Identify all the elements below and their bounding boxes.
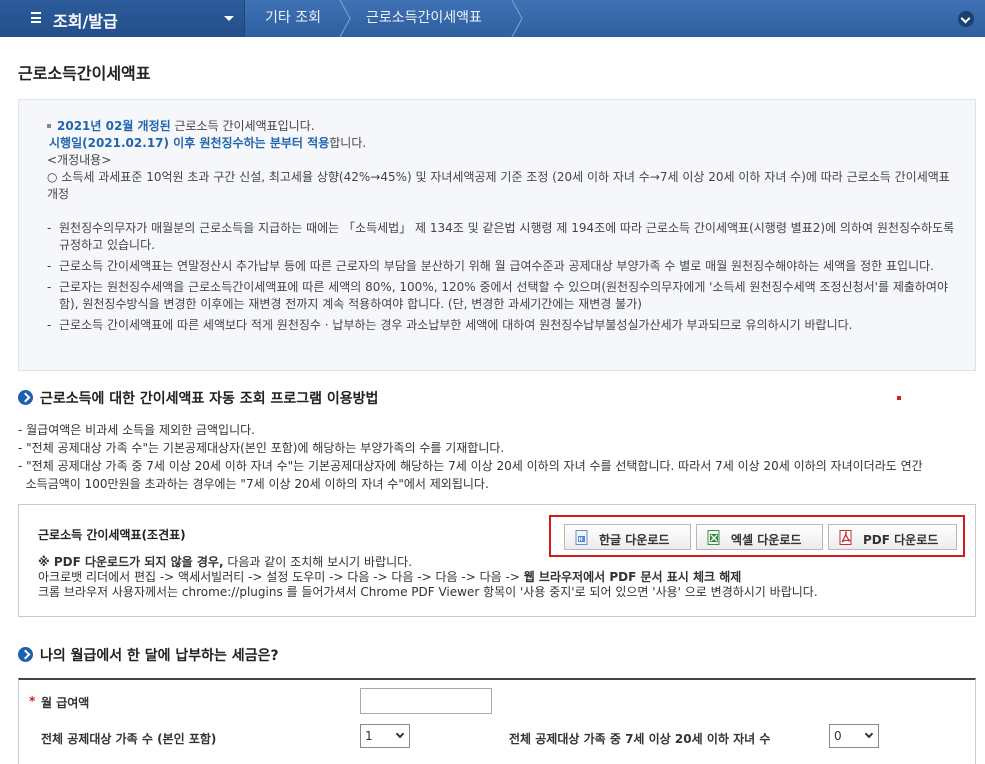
change-item: ○ 소득세 과세표준 10억원 초과 구간 신설, 최고세율 상향(42%→45… bbox=[47, 170, 950, 201]
arrow-circle-icon bbox=[18, 390, 33, 405]
help-line-2-bold: 웹 브라우저에서 PDF 문서 표시 체크 해제 bbox=[523, 570, 742, 584]
pdf-file-icon bbox=[839, 530, 853, 545]
info-line-1: 2021년 02월 개정된 근로소득 간이세액표입니다. bbox=[47, 118, 962, 135]
section-heading-text: 근로소득에 대한 간이세액표 자동 조회 프로그램 이용방법 bbox=[40, 391, 379, 407]
help-line-3: 크롬 브라우저 사용자께서는 chrome://plugins 를 들어가셔서 … bbox=[38, 585, 818, 599]
excel-download-label: 엑셀 다운로드 bbox=[731, 533, 802, 547]
main-menu-label: 조회/발급 bbox=[53, 12, 118, 31]
arrow-circle-icon bbox=[18, 647, 33, 662]
change-header: <개정내용> bbox=[47, 153, 112, 167]
help-line-1: ※ PDF 다운로드가 되지 않을 경우, 다음과 같이 조치해 보시기 바랍니… bbox=[38, 555, 958, 570]
usage-notes: - 월급여액은 비과세 소득을 제외한 금액입니다. - "전체 공제대상 가족… bbox=[18, 421, 978, 493]
chevron-down-icon bbox=[864, 729, 874, 739]
expand-icon[interactable] bbox=[958, 11, 974, 27]
help-line-2: 아크로뱃 리더에서 편집 -> 액세서빌러티 -> 설정 도우미 -> 다음 -… bbox=[38, 570, 958, 585]
hangul-download-button[interactable]: H 한글 다운로드 bbox=[564, 524, 691, 550]
info-item: 근로소득 간이세액표에 따른 세액보다 적게 원천징수 · 납부하는 경우 과소… bbox=[47, 317, 962, 334]
children-count-value: 0 bbox=[834, 729, 842, 743]
info-effective-date: 시행일(2021.02.17) 이후 원천징수하는 분부터 적용 bbox=[49, 136, 330, 150]
svg-text:H: H bbox=[579, 537, 583, 543]
hwp-file-icon: H bbox=[575, 530, 589, 545]
info-line-1-text: 근로소득 간이세액표입니다. bbox=[170, 119, 315, 133]
note-line: - "전체 공제대상 가족 수"는 기본공제대상자(본인 포함)에 해당하는 부… bbox=[18, 441, 505, 455]
tax-calc-form: * 월 급여액 전체 공제대상 가족 수 (본인 포함) 1 전체 공제대상 가… bbox=[18, 678, 976, 764]
info-line-2: 시행일(2021.02.17) 이후 원천징수하는 분부터 적용합니다. bbox=[47, 135, 962, 152]
chevron-down-icon bbox=[224, 16, 234, 21]
info-revision-date: 2021년 02월 개정된 bbox=[57, 119, 171, 133]
info-item: 근로소득 간이세액표는 연말정산시 추가납부 등에 따른 근로자의 부담을 분산… bbox=[47, 258, 962, 275]
excel-download-button[interactable]: 엑셀 다운로드 bbox=[696, 524, 823, 550]
note-line: - 월급여액은 비과세 소득을 제외한 금액입니다. bbox=[18, 423, 255, 437]
chevron-down-icon bbox=[395, 729, 405, 739]
breadcrumb-other-inquiry[interactable]: 기타 조회 bbox=[265, 0, 321, 37]
excel-file-icon bbox=[707, 530, 721, 545]
top-nav: 조회/발급 기타 조회 근로소득간이세액표 bbox=[0, 0, 985, 37]
children-count-label: 전체 공제대상 가족 중 7세 이상 20세 이하 자녀 수 bbox=[509, 732, 771, 746]
page-title: 근로소득간이세액표 bbox=[18, 64, 151, 83]
breadcrumb-separator-icon bbox=[510, 0, 524, 37]
note-line: 소득금액이 100만원을 초과하는 경우에는 "7세 이상 20세 이하의 자녀… bbox=[18, 477, 489, 491]
download-button-group: H 한글 다운로드 엑셀 다운로드 PDF 다운로드 bbox=[549, 515, 965, 557]
section-heading-text: 나의 월급에서 한 달에 납부하는 세금은? bbox=[40, 648, 279, 664]
pdf-download-button[interactable]: PDF 다운로드 bbox=[828, 524, 957, 550]
salary-label: 월 급여액 bbox=[41, 696, 90, 710]
info-item: 근로자는 원천징수세액을 근로소득간이세액표에 따른 세액의 80%, 100%… bbox=[47, 279, 962, 313]
children-count-select[interactable]: 0 bbox=[829, 724, 879, 748]
help-line-1-text: 다음과 같이 조치해 보시기 바랍니다. bbox=[223, 555, 413, 569]
note-line: - "전체 공제대상 가족 중 7세 이상 20세 이하 자녀 수"는 기본공제… bbox=[18, 459, 923, 473]
pdf-download-label: PDF 다운로드 bbox=[863, 533, 939, 547]
required-mark: * bbox=[29, 694, 36, 708]
download-help: ※ PDF 다운로드가 되지 않을 경우, 다음과 같이 조치해 보시기 바랍니… bbox=[38, 555, 958, 600]
breadcrumb-separator-icon bbox=[338, 0, 352, 37]
family-count-label: 전체 공제대상 가족 수 (본인 포함) bbox=[41, 732, 217, 746]
download-box: 근로소득 간이세액표(조견표) H 한글 다운로드 엑셀 다운로드 PDF 다운… bbox=[18, 504, 976, 617]
main-menu-button[interactable]: 조회/발급 bbox=[0, 0, 245, 37]
download-title: 근로소득 간이세액표(조견표) bbox=[38, 528, 186, 542]
hangul-download-label: 한글 다운로드 bbox=[599, 533, 670, 547]
info-item: 원천징수의무자가 매월분의 근로소득을 지급하는 때에는 「소득세법」 제 13… bbox=[47, 220, 962, 254]
family-count-select[interactable]: 1 bbox=[360, 724, 410, 748]
hamburger-icon bbox=[31, 12, 41, 23]
marker-dot bbox=[897, 396, 901, 400]
salary-input[interactable] bbox=[360, 688, 492, 714]
info-box: 2021년 02월 개정된 근로소득 간이세액표입니다. 시행일(2021.02… bbox=[18, 99, 976, 371]
help-warning: ※ PDF 다운로드가 되지 않을 경우, bbox=[38, 555, 224, 569]
bullet-icon bbox=[47, 124, 51, 128]
family-count-value: 1 bbox=[365, 729, 373, 743]
breadcrumb-current[interactable]: 근로소득간이세액표 bbox=[366, 0, 482, 37]
help-line-2-text: 아크로뱃 리더에서 편집 -> 액세서빌러티 -> 설정 도우미 -> 다음 -… bbox=[38, 570, 524, 584]
info-line-2-text: 합니다. bbox=[329, 136, 367, 150]
